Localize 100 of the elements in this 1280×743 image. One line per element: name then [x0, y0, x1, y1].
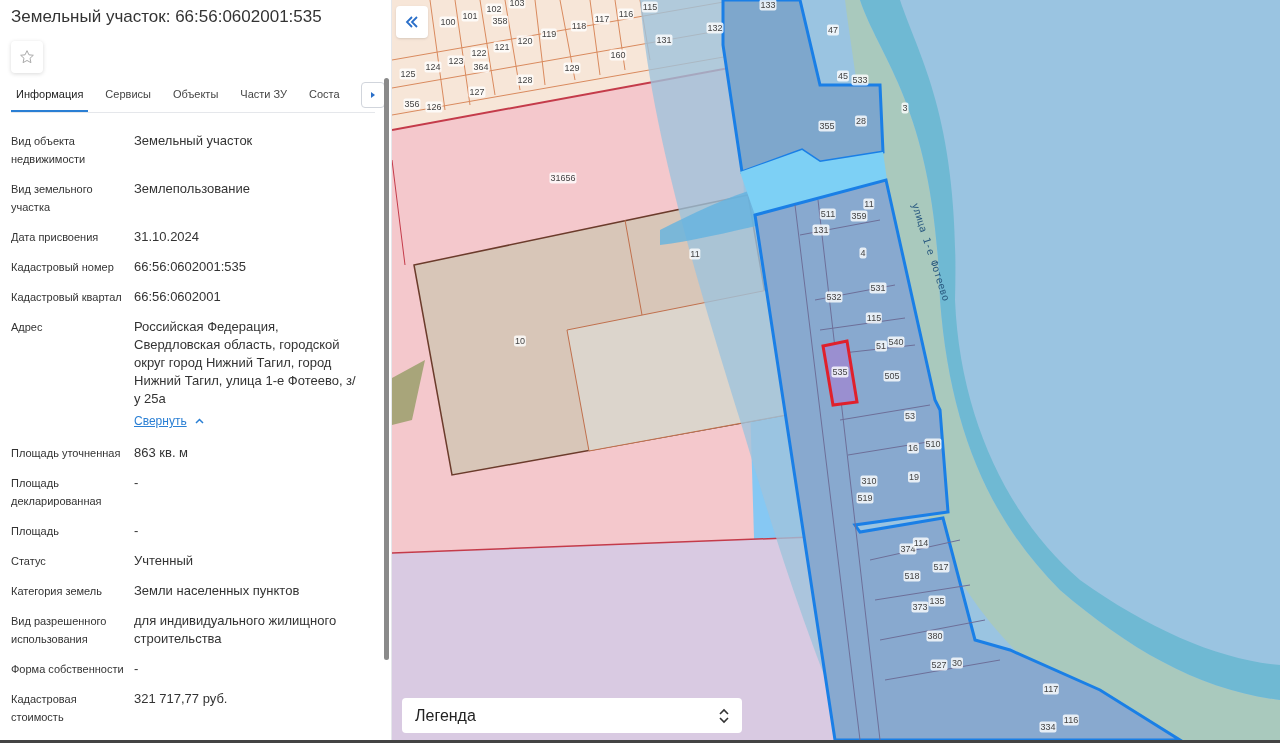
field-value: - — [134, 522, 140, 540]
parcel-label: 4 — [859, 247, 867, 259]
parcel-label: 519 — [856, 492, 874, 504]
parcel-label: 119 — [540, 28, 558, 40]
parcel-label: 133 — [759, 0, 777, 11]
parcel-label: 355 — [818, 120, 836, 132]
field-value: 66:56:0602001:535 — [134, 258, 248, 276]
field-label: Дата присвоения — [11, 230, 100, 245]
parcel-label: 45 — [837, 70, 849, 82]
parcel-label: 53 — [904, 410, 916, 422]
parcel-label: 122 — [470, 47, 488, 59]
parcel-label: 47 — [827, 24, 839, 36]
parcel-label: 102 — [485, 3, 503, 15]
parcel-label: 103 — [508, 0, 526, 9]
parcel-label: 100 — [439, 16, 457, 28]
scroll-tabs-button[interactable] — [361, 82, 385, 108]
field-value: 66:56:0602001 — [134, 288, 222, 306]
star-icon — [19, 49, 35, 65]
parcel-label: 380 — [926, 630, 944, 642]
parcel-label: 101 — [461, 10, 479, 22]
parcel-label: 19 — [908, 471, 920, 483]
caret-right-icon — [371, 92, 375, 98]
parcel-label: 356 — [403, 98, 421, 110]
parcel-label: 510 — [924, 438, 942, 450]
panel-title: Земельный участок: 66:56:0602001:535 — [11, 6, 323, 28]
parcel-label: 30 — [951, 657, 963, 669]
field-label: Площадь — [11, 524, 60, 539]
parcel-label: 116 — [617, 8, 635, 20]
field-value: - — [134, 474, 140, 492]
parcel-label: 135 — [928, 595, 946, 607]
field-value: Российская Федерация, Свердловская область, городской округ город Нижний Тагил, город Нижний Тагил, улица 1-е Фотеево, з/у 25а — [134, 318, 357, 408]
parcel-label: 160 — [609, 49, 627, 61]
parcel-label: 31656 — [549, 172, 577, 184]
favorite-button[interactable] — [11, 41, 43, 73]
field-label: Форма собственности — [11, 662, 125, 677]
parcel-label: 517 — [932, 561, 950, 573]
parcel-label: 51 — [875, 340, 887, 352]
parcel-label: 116 — [1062, 714, 1080, 726]
parcel-label: 16 — [907, 442, 919, 454]
parcel-label: 127 — [468, 86, 486, 98]
parcel-label: 364 — [472, 61, 490, 73]
field-value: 863 кв. м — [134, 444, 190, 462]
field-label: Вид объекта недвижимости — [11, 134, 87, 167]
tab[interactable]: Сервисы — [100, 86, 156, 112]
parcel-label: 505 — [883, 370, 901, 382]
tab[interactable]: Соста — [304, 86, 345, 112]
parcel-label: 115 — [641, 1, 659, 13]
parcel-label: 511 — [819, 208, 837, 220]
parcel-label: 373 — [911, 601, 929, 613]
parcel-label: 532 — [825, 291, 843, 303]
parcel-label: 117 — [593, 13, 611, 25]
field-value: для индивидуального жилищного строительства — [134, 612, 338, 648]
double-chevron-left-icon — [405, 16, 419, 28]
parcel-label: 3 — [901, 102, 909, 114]
parcel-label: 129 — [563, 62, 581, 74]
parcel-label: 10 — [514, 335, 526, 347]
scrollbar[interactable] — [384, 78, 389, 660]
tab[interactable]: Части ЗУ — [235, 86, 292, 112]
collapse-panel-button[interactable] — [396, 6, 428, 38]
field-label: Площадь уточненная — [11, 446, 122, 461]
parcel-label: 358 — [491, 15, 509, 27]
field-value: Землепользование — [134, 180, 251, 198]
parcel-label: 123 — [447, 55, 465, 67]
parcel-label: 126 — [425, 101, 443, 113]
parcel-label: 128 — [516, 74, 534, 86]
parcel-label: 131 — [655, 34, 673, 46]
field-value: Земельный участок — [134, 132, 254, 150]
field-value: 31.10.2024 — [134, 228, 201, 246]
street-label: улица 1-е Фотеево — [908, 200, 953, 305]
field-value: Учтенный — [134, 552, 195, 570]
field-value: 321 717,77 руб. — [134, 690, 229, 708]
tab[interactable]: Информация — [11, 86, 89, 112]
field-label: Кадастровый квартал — [11, 290, 123, 305]
field-label: Адрес — [11, 320, 44, 335]
field-value: Земли населенных пунктов — [134, 582, 301, 600]
field-label: Статус — [11, 554, 47, 569]
parcel-label: 310 — [860, 475, 878, 487]
parcel-label: 11 — [863, 198, 875, 210]
parcel-label: 120 — [516, 35, 534, 47]
parcel-label: 125 — [399, 68, 417, 80]
parcel-label: 28 — [855, 115, 867, 127]
parcel-label: 132 — [706, 22, 724, 34]
parcel-label: 117 — [1042, 683, 1060, 695]
parcel-label: 131 — [812, 224, 830, 236]
chevron-up-icon — [194, 418, 204, 424]
field-label: Категория земель — [11, 584, 103, 599]
chevron-up-down-icon — [719, 707, 729, 724]
collapse-link[interactable]: Свернуть — [134, 412, 204, 430]
parcel-label: 535 — [831, 366, 849, 378]
parcel-label: 533 — [851, 74, 869, 86]
parcel-label: 359 — [850, 210, 868, 222]
field-label: Вид земельного участка — [11, 182, 94, 215]
parcel-label: 334 — [1039, 721, 1057, 733]
parcel-label: 11 — [689, 248, 701, 260]
parcel-label: 531 — [869, 282, 887, 294]
field-label: Кадастровая стоимость — [11, 692, 78, 725]
parcel-label: 518 — [903, 570, 921, 582]
parcel-label: 540 — [887, 336, 905, 348]
tab[interactable]: Объекты — [167, 86, 224, 112]
legend-dropdown[interactable]: Легенда — [402, 698, 742, 733]
